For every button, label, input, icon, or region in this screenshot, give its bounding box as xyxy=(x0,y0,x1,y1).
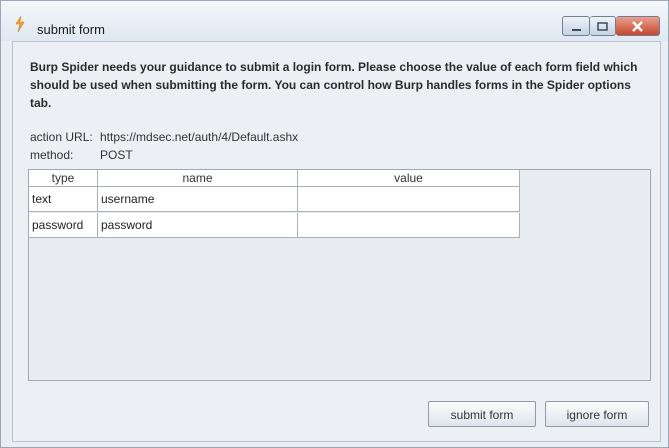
dialog-content: Burp Spider needs your guidance to submi… xyxy=(12,41,661,442)
action-url-value: https://mdsec.net/auth/4/Default.ashx xyxy=(100,130,299,144)
close-button[interactable] xyxy=(616,16,660,36)
table-cell-name: username xyxy=(98,187,298,212)
table-cell-name: password xyxy=(98,213,298,238)
column-header-type[interactable]: type xyxy=(29,170,98,187)
instructions-text: Burp Spider needs your guidance to submi… xyxy=(30,60,638,110)
form-fields-table[interactable]: type name value text username password p… xyxy=(28,169,651,381)
maximize-icon xyxy=(597,22,608,31)
close-icon xyxy=(632,21,643,32)
title-bar[interactable]: submit form xyxy=(1,1,668,41)
column-header-name[interactable]: name xyxy=(98,170,298,187)
table-cell-value-input[interactable] xyxy=(298,187,520,212)
window-title: submit form xyxy=(37,22,105,37)
table-cell-type: password xyxy=(29,213,98,238)
method-value: POST xyxy=(100,148,133,162)
table-cell-value-input[interactable] xyxy=(298,213,520,238)
minimize-button[interactable] xyxy=(562,16,590,36)
minimize-icon xyxy=(572,29,581,31)
column-header-value[interactable]: value xyxy=(298,170,520,187)
submit-form-button[interactable]: submit form xyxy=(428,401,536,427)
method-label: method: xyxy=(30,148,74,162)
maximize-button[interactable] xyxy=(590,16,616,36)
dialog-window: submit form Burp Spider needs your guida… xyxy=(0,0,669,448)
table-cell-type: text xyxy=(29,187,98,212)
burp-flame-icon xyxy=(15,15,25,33)
ignore-form-button[interactable]: ignore form xyxy=(545,401,649,427)
action-url-label: action URL: xyxy=(30,130,93,144)
